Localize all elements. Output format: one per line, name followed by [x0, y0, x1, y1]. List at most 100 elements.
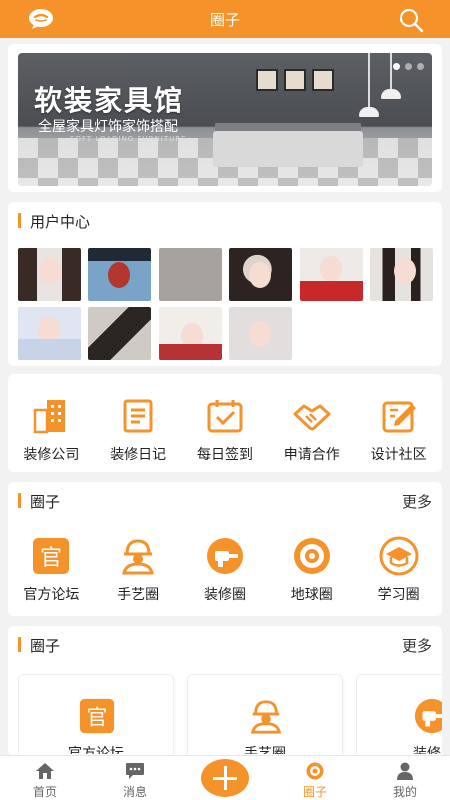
- service-item-decoration-company[interactable]: 装修公司: [8, 396, 95, 476]
- service-label: 设计社区: [370, 447, 427, 463]
- user-avatar-4[interactable]: [229, 248, 292, 301]
- carousel-dot[interactable]: [405, 63, 412, 70]
- user-icon: [397, 762, 413, 780]
- user-avatar-9[interactable]: [159, 307, 222, 360]
- section-accent-bar: [18, 213, 21, 228]
- service-label: 装修公司: [23, 447, 80, 463]
- banner-card: 软装家具馆 全屋家具灯饰家饰搭配 SOFT LOADING FURNITURE: [8, 44, 442, 192]
- circle-card-label: 手艺圈: [244, 746, 286, 754]
- circle-card-official-forum[interactable]: 官 官方论坛: [18, 674, 174, 754]
- official-icon: 官: [33, 538, 70, 574]
- chat-bubble-icon[interactable]: [28, 8, 54, 30]
- service-item-design-community[interactable]: 设计社区: [355, 396, 442, 476]
- top-bar: 圈子: [0, 0, 450, 38]
- more-link[interactable]: 更多: [402, 491, 432, 512]
- plus-icon[interactable]: [201, 759, 249, 797]
- section-header: 用户中心: [8, 202, 442, 238]
- graduation-cap-icon: [379, 536, 419, 576]
- circle-item-official-forum[interactable]: 官 官方论坛: [8, 536, 95, 616]
- tab-label: 我的: [392, 785, 417, 799]
- service-item-decoration-diary[interactable]: 装修日记: [95, 396, 182, 476]
- banner-small-text: SOFT LOADING FURNITURE: [70, 135, 187, 143]
- user-avatar-2[interactable]: [88, 248, 151, 301]
- service-label: 装修日记: [110, 447, 167, 463]
- search-icon[interactable]: [398, 7, 424, 33]
- tab-messages[interactable]: 消息: [90, 756, 180, 800]
- service-item-apply-cooperation[interactable]: 申请合作: [268, 396, 355, 476]
- services-grid: 装修公司 装修日记 每日签到 申请合作 设计社区: [8, 396, 442, 476]
- services-section: 装修公司 装修日记 每日签到 申请合作 设计社区: [8, 374, 442, 472]
- official-icon: 官: [79, 698, 115, 734]
- circle-label: 手艺圈: [117, 587, 160, 603]
- building-icon: [34, 400, 66, 434]
- circle-label: 官方论坛: [23, 587, 80, 603]
- carousel-dot[interactable]: [393, 63, 400, 70]
- target-icon: [293, 538, 330, 574]
- circle-item-craft[interactable]: 手艺圈: [95, 536, 182, 616]
- circles-grid: 官 官方论坛 手艺圈 装修圈 地球圈 学习圈: [8, 536, 442, 616]
- circle-card-label: 装修圈: [413, 746, 442, 754]
- circle-label: 地球圈: [290, 587, 333, 603]
- section-header: 圈子 更多: [8, 482, 442, 518]
- banner-headline: 软装家具馆: [34, 84, 185, 117]
- user-avatar-5[interactable]: [300, 248, 363, 301]
- user-avatar-1[interactable]: [18, 248, 81, 301]
- section-accent-bar: [18, 637, 21, 652]
- carousel-dot[interactable]: [417, 63, 424, 70]
- tab-circles[interactable]: 圈子: [270, 756, 360, 800]
- svg-text:官: 官: [87, 706, 108, 730]
- wall-picture-decoration: [312, 69, 334, 91]
- tab-label: 消息: [122, 785, 147, 799]
- section-title: 圈子: [30, 493, 61, 511]
- handshake-icon: [293, 404, 331, 431]
- section-accent-bar: [18, 493, 21, 508]
- banner-subline: 全屋家具灯饰家饰搭配: [38, 119, 178, 135]
- home-icon: [36, 763, 54, 779]
- drill-icon: [206, 538, 243, 574]
- section-title: 用户中心: [30, 213, 91, 231]
- circle-label: 学习圈: [377, 587, 420, 603]
- pencil-edit-icon: [382, 401, 416, 433]
- user-avatar-10[interactable]: [229, 307, 292, 360]
- circle-card-label: 官方论坛: [68, 746, 124, 754]
- circle-item-earth[interactable]: 地球圈: [268, 536, 355, 616]
- pendant-lamp-decoration: [359, 53, 379, 117]
- user-avatar-6[interactable]: [370, 248, 433, 301]
- section-title: 圈子: [30, 637, 61, 655]
- user-center-section: 用户中心: [8, 202, 442, 366]
- circles-section-1: 圈子 更多 官 官方论坛 手艺圈 装修圈 地球圈 学习圈: [8, 482, 442, 616]
- more-link[interactable]: 更多: [402, 635, 432, 656]
- message-icon: [126, 763, 144, 779]
- user-avatar-3[interactable]: [159, 248, 222, 301]
- service-label: 申请合作: [283, 447, 340, 463]
- wall-picture-decoration: [256, 69, 278, 91]
- tab-home[interactable]: 首页: [0, 756, 90, 800]
- circle-card-carousel[interactable]: 官 官方论坛 手艺圈 装修圈: [18, 674, 442, 754]
- circle-item-decoration[interactable]: 装修圈: [182, 536, 269, 616]
- circles-section-2: 圈子 更多 官 官方论坛 手艺圈 装修: [8, 626, 442, 756]
- calendar-check-icon: [207, 400, 243, 433]
- drill-icon: [414, 698, 442, 734]
- circle-card-craft[interactable]: 手艺圈: [187, 674, 343, 754]
- tab-mine[interactable]: 我的: [360, 756, 450, 800]
- worker-icon: [250, 700, 282, 734]
- tab-label: 首页: [32, 785, 57, 799]
- banner-carousel[interactable]: 软装家具馆 全屋家具灯饰家饰搭配 SOFT LOADING FURNITURE: [18, 53, 432, 186]
- tab-label: 圈子: [302, 785, 327, 799]
- circle-camera-icon: [306, 762, 324, 780]
- worker-icon: [122, 539, 155, 575]
- pendant-lamp-decoration: [381, 53, 401, 99]
- service-label: 每日签到: [196, 447, 253, 463]
- circle-item-study[interactable]: 学习圈: [355, 536, 442, 616]
- carousel-indicator: [393, 63, 424, 70]
- user-avatar-7[interactable]: [18, 307, 81, 360]
- circle-label: 装修圈: [203, 587, 246, 603]
- service-item-daily-checkin[interactable]: 每日签到: [182, 396, 269, 476]
- notebook-icon: [123, 399, 153, 433]
- section-header: 圈子 更多: [8, 626, 442, 662]
- svg-text:官: 官: [40, 546, 62, 571]
- wall-picture-decoration: [284, 69, 306, 91]
- circle-card-decoration[interactable]: 装修圈: [356, 674, 442, 754]
- bed-decoration: [213, 131, 363, 167]
- user-avatar-8[interactable]: [88, 307, 151, 360]
